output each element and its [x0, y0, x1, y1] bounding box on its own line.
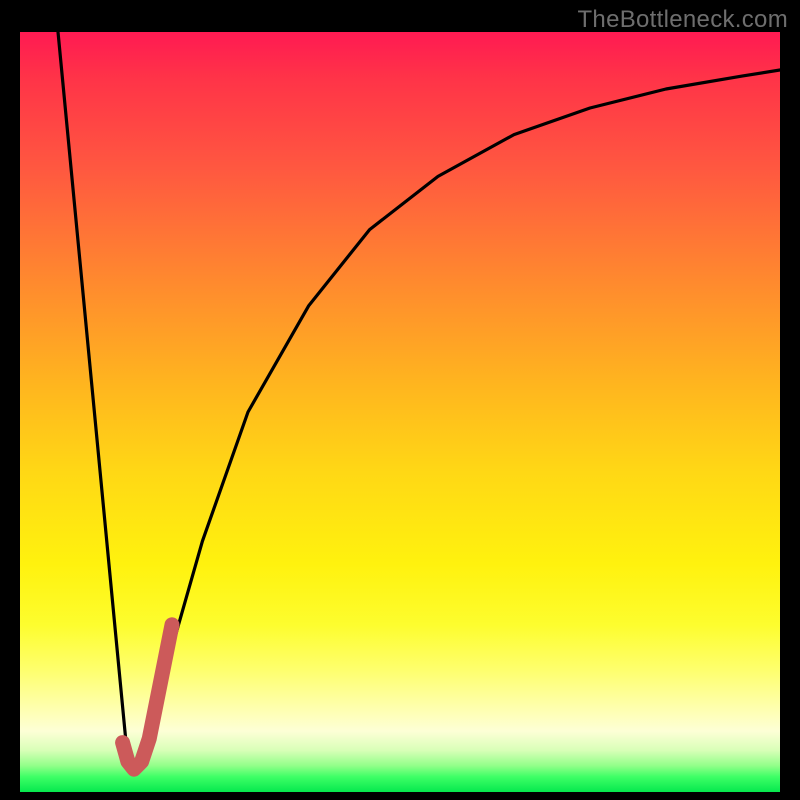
accent-j-segment-path	[123, 625, 172, 769]
chart-frame	[20, 32, 780, 792]
chart-overlay	[20, 32, 780, 792]
watermark-text: TheBottleneck.com	[577, 6, 788, 34]
